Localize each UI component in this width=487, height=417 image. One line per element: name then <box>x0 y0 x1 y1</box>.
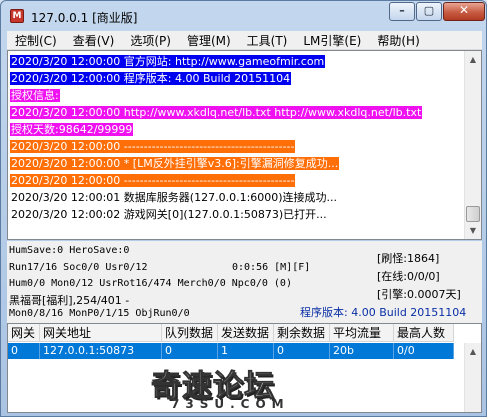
column-header[interactable]: 最高人数 <box>394 324 454 342</box>
column-header[interactable]: 队列数据 <box>162 324 218 342</box>
log-line: 2020/3/20 12:00:00 ---------------------… <box>10 138 460 155</box>
log-line-text: 2020/3/20 12:00:00 * [LM反外挂引擎v3.6]:引擎漏洞修… <box>10 157 340 170</box>
log-line: 2020/3/20 12:00:00 * [LM反外挂引擎v3.6]:引擎漏洞修… <box>10 155 460 172</box>
table-cell: 0 <box>274 343 330 359</box>
object-status: Hum0/0 Mon0/12 UsrRot16/474 Merch0/0 Npc… <box>9 278 292 289</box>
menu-tools[interactable]: 工具(T) <box>239 32 296 49</box>
log-line: 授权天数:98642/99999 <box>10 121 460 138</box>
engine-days: [引擎:0.0007天] <box>377 288 461 301</box>
log-lines: 2020/3/20 12:00:00 官方网站: http://www.game… <box>10 53 460 223</box>
table-cell: 0 <box>162 343 218 359</box>
column-header[interactable]: 剩余数据 <box>274 324 330 342</box>
log-line: 2020/3/20 12:00:00 官方网站: http://www.game… <box>10 53 460 70</box>
menu-view[interactable]: 查看(V) <box>65 32 123 49</box>
log-line-text: 2020/3/20 12:00:00 http://www.xkdlq.net/… <box>10 106 423 119</box>
program-version: 程序版本: 4.00 Build 20151104 <box>300 306 467 319</box>
column-header[interactable]: 网关地址 <box>40 324 162 342</box>
log-line-text: 2020/3/20 12:00:00 官方网站: http://www.game… <box>10 55 326 68</box>
online-count: [在线:0/0/0] <box>377 270 440 283</box>
menu-options[interactable]: 选项(P) <box>122 32 179 49</box>
table-scrollbar[interactable]: ▲ <box>464 343 481 412</box>
log-scrollbar[interactable]: ▲ ▼ <box>464 51 481 239</box>
run-timer: 0:0:56 [M][F] <box>232 262 311 273</box>
log-line: 2020/3/20 12:00:00 http://www.xkdlq.net/… <box>10 104 460 121</box>
table-cell: 0 <box>8 343 40 359</box>
column-header[interactable]: 发送数据 <box>218 324 274 342</box>
window-title: 127.0.0.1 [商业版] <box>31 11 138 25</box>
minimize-icon: – <box>399 4 405 17</box>
title-bar[interactable]: M 127.0.0.1 [商业版] – ▢ ✕ <box>1 1 486 31</box>
app-icon[interactable]: M <box>10 9 24 23</box>
log-line-text: 授权天数:98642/99999 <box>10 123 134 136</box>
table-cell: 20b <box>330 343 394 359</box>
minimize-button[interactable]: – <box>389 2 415 21</box>
log-line-text: 2020/3/20 12:00:01 数据库服务器(127.0.0.1:6000… <box>11 191 338 204</box>
menu-lm-engine[interactable]: LM引擎(E) <box>295 32 369 49</box>
table-row[interactable]: 0 127.0.0.1:50873 0 1 0 20b 0/0 <box>8 343 454 359</box>
table-cell: 0/0 <box>394 343 454 359</box>
log-line: 2020/3/20 12:00:01 数据库服务器(127.0.0.1:6000… <box>10 189 460 206</box>
log-line: 2020/3/20 12:00:02 游戏网关[0](127.0.0.1:508… <box>10 206 460 223</box>
log-panel[interactable]: 2020/3/20 12:00:00 官方网站: http://www.game… <box>7 50 482 240</box>
log-line: 2020/3/20 12:00:00 ---------------------… <box>10 172 460 189</box>
maximize-icon: ▢ <box>423 4 435 17</box>
table-scroll-up-icon[interactable]: ▲ <box>465 343 481 360</box>
log-line-text: 2020/3/20 12:00:00 程序版本: 4.00 Build 2015… <box>10 72 292 85</box>
menu-help[interactable]: 帮助(H) <box>369 32 427 49</box>
scroll-thumb[interactable] <box>466 206 480 222</box>
scroll-up-icon[interactable]: ▲ <box>465 51 481 68</box>
close-button[interactable]: ✕ <box>443 2 485 21</box>
monster-status: Mon0/8/16 MonP0/1/15 ObjRun0/0 <box>9 308 190 319</box>
close-icon: ✕ <box>458 3 470 17</box>
watermark-url: 73SU.COM <box>171 397 290 411</box>
table-cell: 127.0.0.1:50873 <box>40 343 162 359</box>
main-window: M 127.0.0.1 [商业版] – ▢ ✕ 控制(C) 查看(V) 选项(P… <box>0 0 487 417</box>
maximize-button[interactable]: ▢ <box>416 2 442 21</box>
refresh-monster-count: [刷怪:1864] <box>377 252 440 265</box>
menu-control[interactable]: 控制(C) <box>7 32 65 49</box>
log-line: 2020/3/20 12:00:00 程序版本: 4.00 Build 2015… <box>10 70 460 87</box>
log-line-text: 2020/3/20 12:00:00 ---------------------… <box>10 140 296 153</box>
run-status: Run17/16 Soc0/0 Usr0/12 <box>9 262 148 273</box>
watermark-logo: 奇速论坛 73SU.COM <box>151 361 336 415</box>
table-cell: 1 <box>218 343 274 359</box>
column-header[interactable]: 网关 <box>8 324 40 342</box>
menu-manage[interactable]: 管理(M) <box>179 32 239 49</box>
player-status: 黑福哥[福利],254/401 - <box>9 294 130 307</box>
log-line-text: 授权信息: <box>10 89 60 102</box>
menu-bar: 控制(C) 查看(V) 选项(P) 管理(M) 工具(T) LM引擎(E) 帮助… <box>7 31 482 50</box>
log-line-text: 2020/3/20 12:00:00 ---------------------… <box>10 174 296 187</box>
column-header[interactable]: 平均流量 <box>330 324 394 342</box>
log-line-text: 2020/3/20 12:00:02 游戏网关[0](127.0.0.1:508… <box>11 208 327 221</box>
scroll-down-icon[interactable]: ▼ <box>465 222 481 239</box>
table-header: 网关 网关地址 队列数据 发送数据 剩余数据 平均流量 最高人数 <box>8 324 454 342</box>
log-line: 授权信息: <box>10 87 460 104</box>
save-status: HumSave:0 HeroSave:0 <box>9 245 130 256</box>
